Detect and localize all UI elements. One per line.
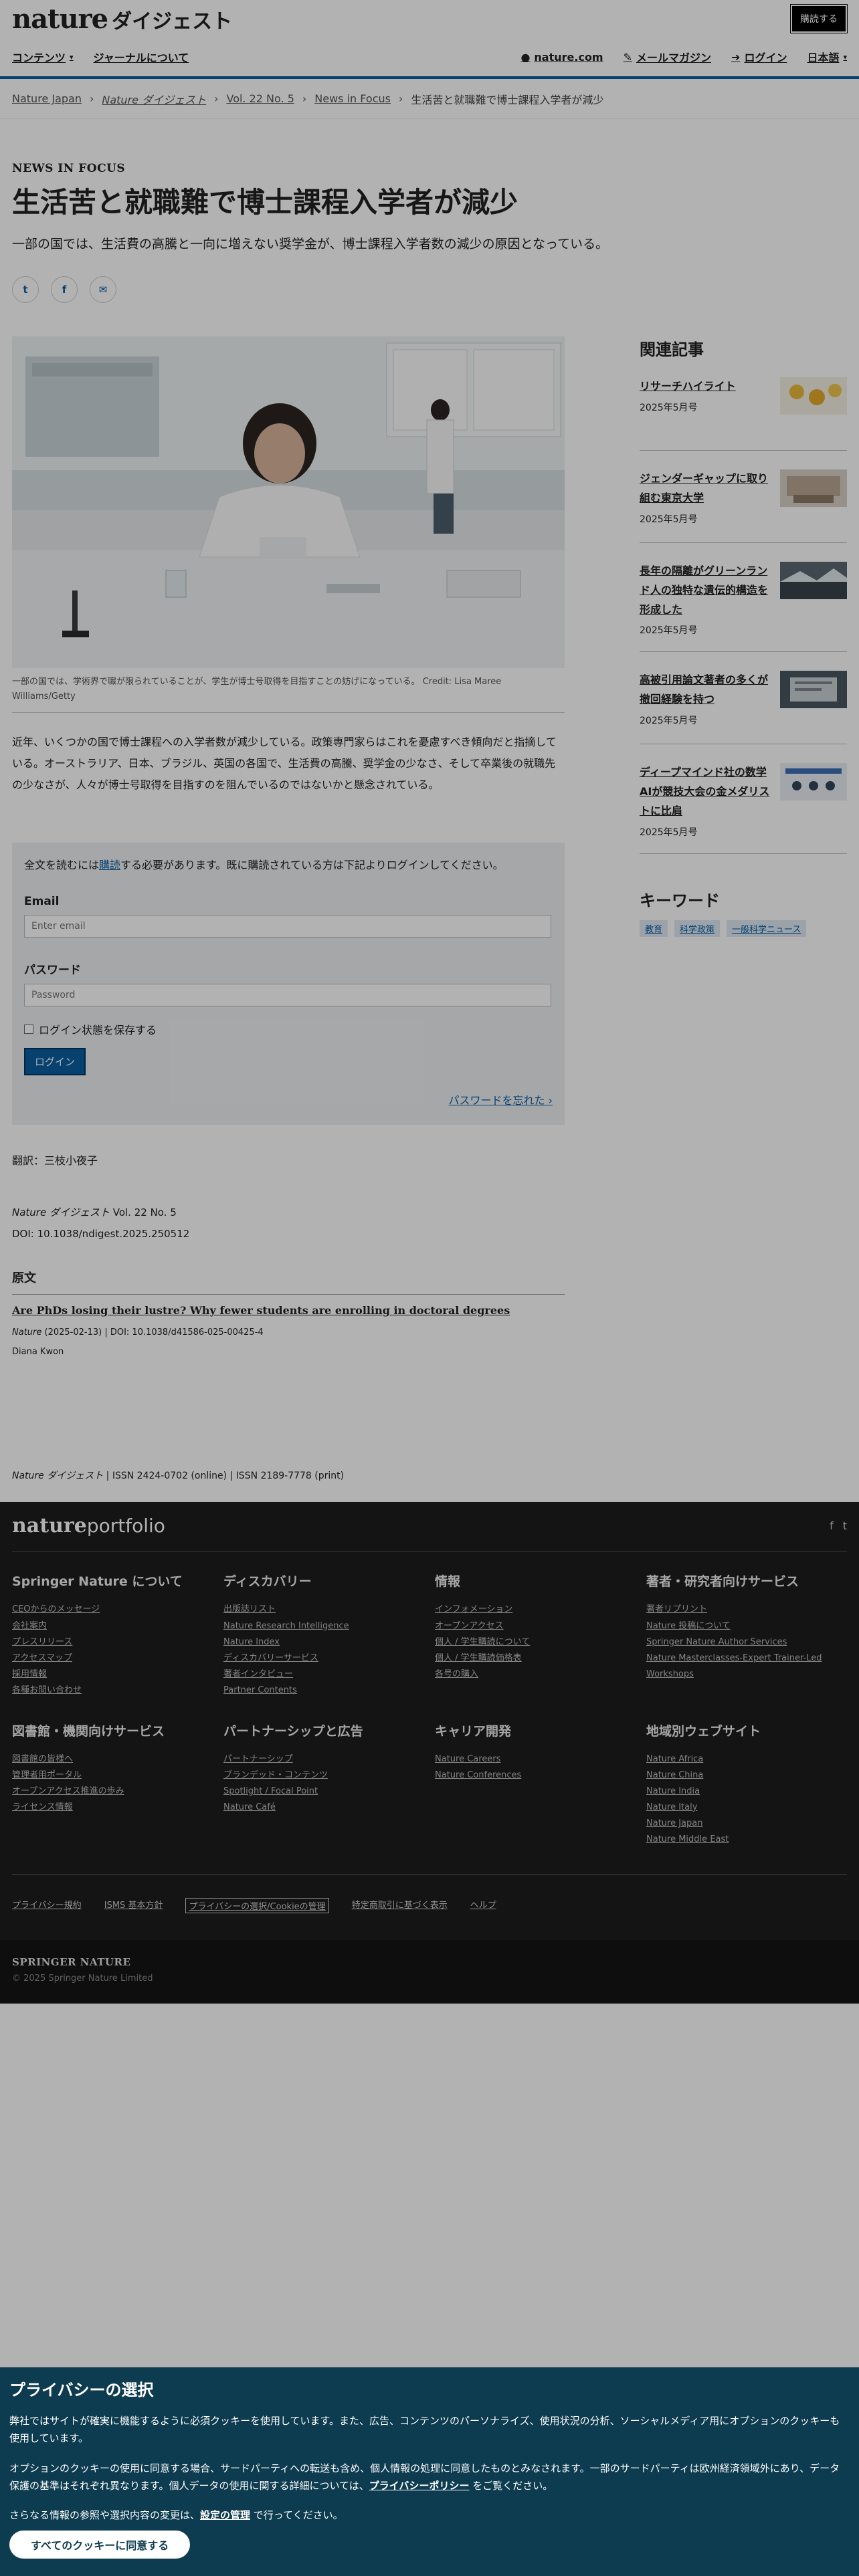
accept-all-cookies-button[interactable]: すべてのクッキーに同意する bbox=[9, 2531, 191, 2559]
privacy-policy-link[interactable]: プライバシーポリシー bbox=[369, 2480, 470, 2492]
privacy-text-part: さらなる情報の参照や選択内容の変更は、 bbox=[9, 2509, 201, 2521]
privacy-title: プライバシーの選択 bbox=[9, 2381, 154, 2399]
privacy-text: 弊社ではサイトが確実に機能するように必須クッキーを使用しています。また、広告、コ… bbox=[9, 2415, 840, 2445]
privacy-text-part: で行ってください。 bbox=[250, 2509, 343, 2521]
privacy-text-part: をご覧ください。 bbox=[469, 2479, 553, 2492]
privacy-text: さらなる情報の参照や選択内容の変更は、設定の管理 で行ってください。 bbox=[9, 2506, 850, 2524]
privacy-text: オプションのクッキーの使用に同意する場合、サードパーティへの転送も含め、個人情報… bbox=[9, 2460, 850, 2495]
modal-overlay bbox=[0, 0, 859, 2576]
privacy-dialog: プライバシーの選択 弊社ではサイトが確実に機能するように必須クッキーを使用してい… bbox=[0, 2367, 859, 2576]
manage-settings-link[interactable]: 設定の管理 bbox=[200, 2509, 250, 2521]
